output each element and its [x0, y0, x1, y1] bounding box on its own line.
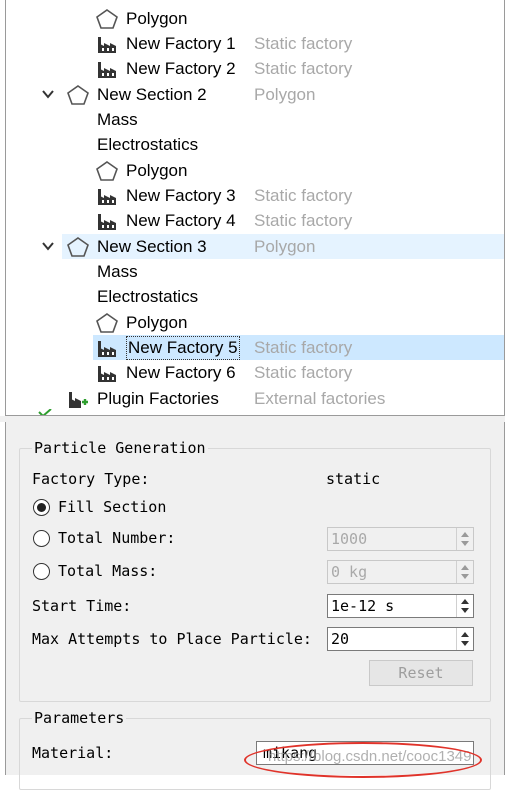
tree-row-factory[interactable]: New Factory 6 Static factory: [6, 360, 504, 385]
tree-item-label: Plugin Factories: [97, 389, 219, 408]
polygon-icon: [96, 313, 118, 333]
start-time-value: 1e-12 s: [331, 597, 395, 615]
particle-generation-group: Particle Generation Factory Type: static…: [19, 439, 491, 702]
tree-item-label: New Factory 4: [126, 211, 236, 230]
tree-item-label: Electrostatics: [97, 287, 199, 306]
tree-item-type: Static factory: [254, 363, 353, 382]
spin-up-icon[interactable]: [461, 565, 469, 570]
chevron-down-icon[interactable]: [40, 82, 56, 107]
tree-row-mass[interactable]: Mass: [6, 107, 504, 132]
tree-row-factory[interactable]: New Factory 1 Static factory: [6, 31, 504, 56]
tree-item-label: New Factory 2: [126, 59, 236, 78]
properties-panel: Particle Generation Factory Type: static…: [5, 422, 505, 790]
tree-row-electrostatics[interactable]: Electrostatics: [6, 284, 504, 309]
tree-item-type: Polygon: [254, 85, 316, 104]
tree-row-factory[interactable]: New Factory 3 Static factory: [6, 183, 504, 208]
spin-down-icon[interactable]: [461, 541, 469, 546]
tree-row-polygon[interactable]: Polygon: [6, 310, 504, 335]
factory-type-label: Factory Type:: [32, 470, 150, 488]
start-time-spinbox[interactable]: 1e-12 s: [327, 594, 474, 618]
annotation-ellipse: [244, 742, 482, 778]
start-time-label: Start Time:: [32, 597, 132, 615]
spin-up-icon[interactable]: [461, 532, 469, 537]
tree-item-label: Polygon: [126, 313, 188, 332]
factory-icon: [98, 37, 116, 53]
tree-item-type: External factories: [254, 389, 386, 408]
check-icon: [38, 409, 52, 415]
factory-icon: [98, 62, 116, 78]
tree-item-type: Static factory: [254, 211, 353, 230]
tree-item-label: New Factory 6: [126, 363, 236, 382]
spin-arrows[interactable]: [456, 528, 473, 550]
tree-item-type: Static factory: [254, 338, 353, 357]
tree-row-polygon[interactable]: Polygon: [6, 158, 504, 183]
tree-item-label: Mass: [97, 262, 138, 281]
tree-item-label: Polygon: [126, 9, 188, 28]
spin-arrows[interactable]: [456, 561, 473, 583]
max-attempts-value: 20: [331, 630, 350, 648]
tree-item-label: New Factory 5: [126, 336, 240, 360]
model-tree[interactable]: Polygon New Factory 1 Static factory New…: [5, 0, 505, 416]
factory-icon: [98, 189, 116, 205]
polygon-icon: [67, 237, 89, 257]
max-attempts-label: Max Attempts to Place Particle:: [32, 630, 312, 648]
spin-arrows[interactable]: [456, 595, 473, 617]
total-mass-label[interactable]: Total Mass:: [58, 562, 157, 580]
tree-row-factory[interactable]: New Factory 4 Static factory: [6, 208, 504, 233]
tree-row-electrostatics[interactable]: Electrostatics: [6, 132, 504, 157]
tree-item-label: New Factory 1: [126, 34, 236, 53]
total-number-label[interactable]: Total Number:: [58, 529, 175, 547]
factory-type-value: static: [326, 470, 381, 488]
tree-item-label: Electrostatics: [97, 135, 199, 154]
spin-up-icon[interactable]: [461, 632, 469, 637]
tree-item-label: Polygon: [126, 161, 188, 180]
polygon-icon: [96, 161, 118, 181]
polygon-icon: [96, 9, 118, 29]
reset-button[interactable]: Reset: [369, 660, 473, 686]
max-attempts-spinbox[interactable]: 20: [327, 627, 474, 651]
factory-icon: [98, 214, 116, 230]
tree-row-section[interactable]: New Section 2 Polygon: [6, 82, 504, 107]
tree-row-mass[interactable]: Mass: [6, 259, 504, 284]
group-title: Particle Generation: [32, 439, 208, 457]
tree-item-label: Mass: [97, 110, 138, 129]
total-mass-spinbox[interactable]: 0 kg: [327, 560, 474, 584]
spin-down-icon[interactable]: [461, 641, 469, 646]
tree-row-polygon[interactable]: Polygon: [6, 6, 504, 31]
spin-arrows[interactable]: [456, 628, 473, 650]
tree-item-type: Static factory: [254, 34, 353, 53]
tree-row-section[interactable]: New Section 3 Polygon: [6, 234, 504, 259]
polygon-icon: [67, 85, 89, 105]
fill-section-radio[interactable]: [33, 499, 50, 516]
material-label: Material:: [32, 744, 114, 762]
total-number-value: 1000: [331, 530, 368, 548]
fill-section-label[interactable]: Fill Section: [58, 498, 166, 516]
tree-item-label: New Section 3: [97, 237, 207, 256]
total-mass-radio[interactable]: [33, 563, 50, 580]
tree-item-label: New Section 2: [97, 85, 207, 104]
tree-row-factory-selected[interactable]: New Factory 5 Static factory: [6, 335, 504, 360]
total-number-radio[interactable]: [33, 530, 50, 547]
tree-item-label: New Factory 3: [126, 186, 236, 205]
tree-row-plugin-factories[interactable]: Plugin Factories External factories: [6, 386, 504, 411]
tree-item-type: Static factory: [254, 59, 353, 78]
factory-icon: [98, 341, 116, 357]
tree-item-type: Polygon: [254, 237, 316, 256]
chevron-down-icon[interactable]: [40, 234, 56, 259]
spin-down-icon[interactable]: [461, 574, 469, 579]
tree-item-type: Static factory: [254, 186, 353, 205]
plugin-factory-icon: [69, 392, 88, 408]
total-mass-value: 0 kg: [331, 563, 368, 581]
group-title: Parameters: [32, 709, 127, 727]
spin-down-icon[interactable]: [461, 608, 469, 613]
tree-row-factory[interactable]: New Factory 2 Static factory: [6, 56, 504, 81]
spin-up-icon[interactable]: [461, 599, 469, 604]
factory-icon: [98, 366, 116, 382]
total-number-spinbox[interactable]: 1000: [327, 527, 474, 551]
